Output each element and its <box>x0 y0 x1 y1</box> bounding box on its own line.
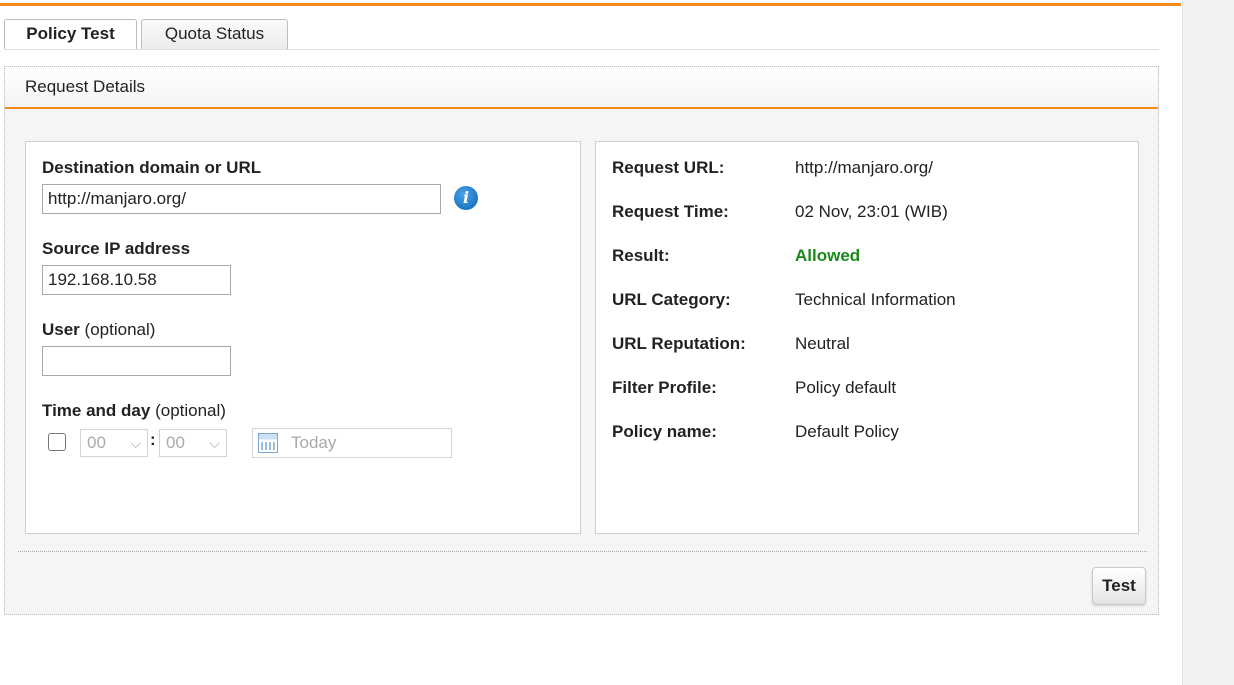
info-icon[interactable]: i <box>454 186 478 210</box>
minute-select[interactable]: 00 ⌵ <box>159 429 227 457</box>
date-picker-input[interactable]: Today <box>252 428 452 458</box>
result-value-policy-name: Default Policy <box>795 422 899 441</box>
result-label-result: Result: <box>612 246 670 265</box>
destination-label: Destination domain or URL <box>42 158 262 177</box>
time-day-label-text: Time and day <box>42 401 151 420</box>
test-result-box: Request URL: http://manjaro.org/ Request… <box>595 141 1139 534</box>
page-gutter <box>1182 0 1234 685</box>
hour-select[interactable]: 00 ⌵ <box>80 429 148 457</box>
result-status-badge: Allowed <box>795 246 861 265</box>
hour-select-value: 00 <box>87 433 106 452</box>
chevron-down-icon: ⌵ <box>130 435 141 451</box>
result-value-request-url: http://manjaro.org/ <box>795 158 933 177</box>
time-enable-checkbox[interactable] <box>48 433 66 451</box>
user-label-text: User <box>42 320 80 339</box>
result-value-url-reputation: Neutral <box>795 334 850 353</box>
user-optional-text: (optional) <box>84 320 156 339</box>
result-label-url-category: URL Category: <box>612 290 731 309</box>
minute-select-value: 00 <box>166 433 185 452</box>
date-placeholder: Today <box>291 433 337 452</box>
time-separator: : <box>150 430 156 449</box>
result-value-request-time: 02 Nov, 23:01 (WIB) <box>795 202 948 221</box>
request-form: Destination domain or URL i Source IP ad… <box>25 141 581 534</box>
panel-title: Request Details <box>25 77 146 96</box>
result-label-request-url: Request URL: <box>612 158 725 177</box>
user-input[interactable] <box>42 346 231 376</box>
result-label-url-reputation: URL Reputation: <box>612 334 746 353</box>
result-value-filter-profile: Policy default <box>795 378 897 397</box>
result-label-filter-profile: Filter Profile: <box>612 378 717 397</box>
panel-header: Request Details <box>5 67 1158 109</box>
result-label-policy-name: Policy name: <box>612 422 717 441</box>
top-accent-bar <box>0 3 1181 6</box>
time-day-optional-text: (optional) <box>155 401 226 420</box>
test-button[interactable]: Test <box>1092 567 1146 605</box>
tab-divider <box>4 49 1159 50</box>
result-label-request-time: Request Time: <box>612 202 729 221</box>
tab-policy-test[interactable]: Policy Test <box>4 19 137 50</box>
request-details-panel: Request Details Destination domain or UR… <box>4 66 1159 615</box>
source-ip-input[interactable] <box>42 265 231 295</box>
time-day-label: Time and day (optional) <box>42 401 226 421</box>
chevron-down-icon: ⌵ <box>209 435 220 451</box>
result-value-url-category: Technical Information <box>795 290 956 309</box>
source-ip-label: Source IP address <box>42 239 191 258</box>
user-label: User (optional) <box>42 320 155 340</box>
destination-input[interactable] <box>42 184 441 214</box>
footer-divider <box>18 551 1147 552</box>
calendar-icon[interactable] <box>258 433 278 453</box>
tab-quota-status[interactable]: Quota Status <box>141 19 288 49</box>
